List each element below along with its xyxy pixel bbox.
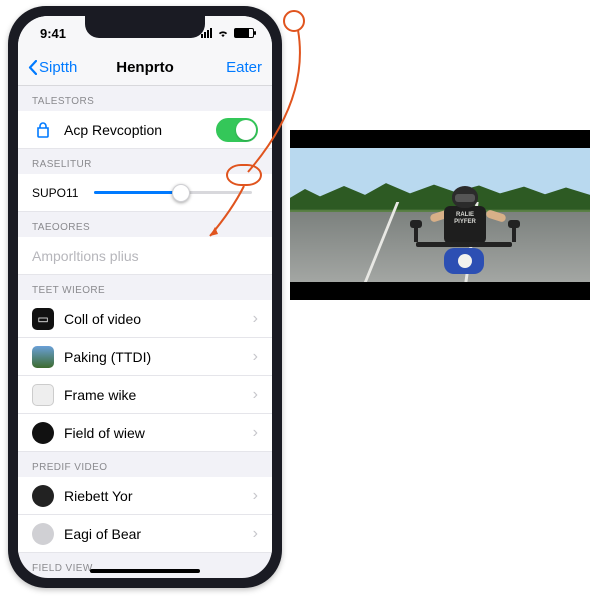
notch [85,16,205,38]
home-indicator[interactable] [90,569,200,573]
